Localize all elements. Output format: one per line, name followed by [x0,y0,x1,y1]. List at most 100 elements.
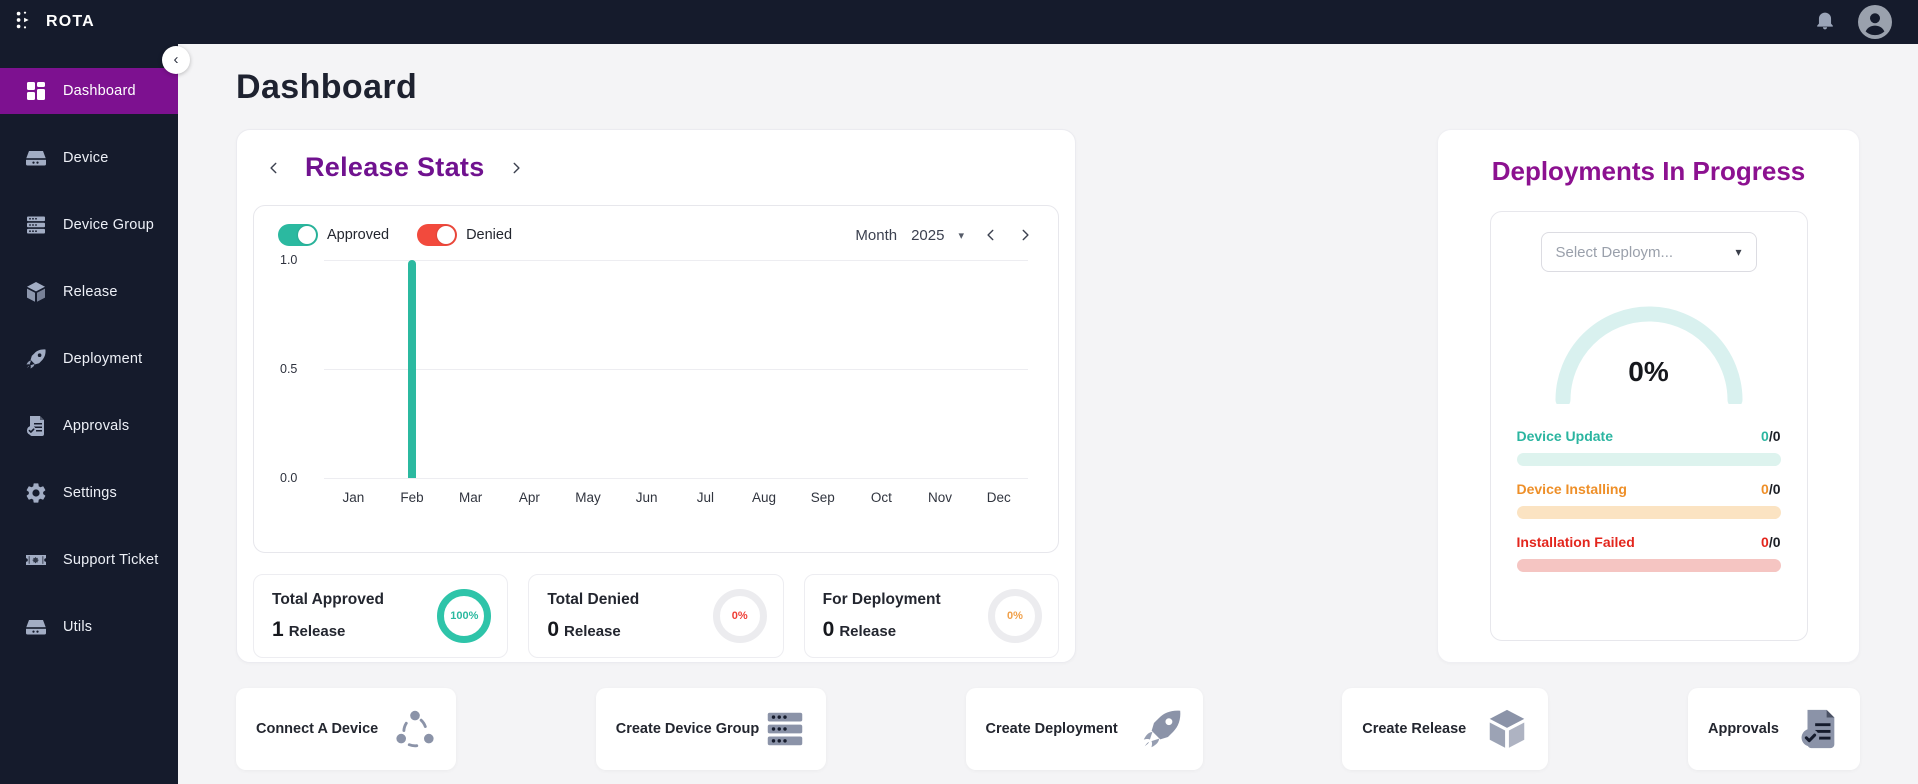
sidebar-item-support-ticket[interactable]: Support Ticket [0,537,178,583]
progress-row-installation-failed: Installation Failed 0/0 [1516,534,1781,572]
x-axis-label: Apr [518,490,540,505]
harddrive-icon [24,146,48,170]
stat-card-total-denied: Total Denied 0 Release 0% [528,574,784,658]
sidebar-item-label: Device [63,150,109,166]
sidebar-item-device[interactable]: Device [0,135,178,181]
deployments-card: Select Deploym... ▾ 0% Device Update 0/0 D… [1489,211,1808,641]
toggle-approved[interactable]: Approved [278,224,389,246]
chart-column-dec [969,260,1028,478]
sidebar-item-settings[interactable]: Settings [0,470,178,516]
progress-value: 0 [1761,534,1769,550]
chart-column-may [559,260,618,478]
brand-name: ROTA [46,13,95,30]
bar-approved-feb [408,260,416,478]
chart-column-jul [676,260,735,478]
chart-column-jan [324,260,383,478]
stat-title: Total Denied [547,590,640,608]
sidebar-item-dashboard[interactable]: Dashboard [0,68,178,114]
sidebar-item-label: Device Group [63,217,155,233]
stat-title: For Deployment [822,590,941,608]
month-prev-button[interactable] [984,228,998,242]
progress-total: /0 [1768,428,1781,444]
action-card-approvals[interactable]: Approvals [1688,688,1860,770]
y-axis-tick: 0.5 [280,362,298,376]
toggle-switch[interactable] [417,224,458,246]
rocket-icon [24,347,48,371]
release-stats-header: Release Stats [253,152,1059,183]
action-label: Create Deployment [985,721,1118,737]
x-axis-label: Nov [928,490,953,505]
chart-column-feb [383,260,442,478]
x-axis-label: Oct [870,490,892,505]
x-axis-label: Jan [342,490,365,505]
harddrive-icon [24,615,48,639]
action-card-create-deployment[interactable]: Create Deployment [965,688,1203,770]
deployment-progress-gauge: 0% [1549,300,1749,408]
sidebar-collapse-button[interactable]: ‹ [162,46,190,74]
rota-logo-icon [14,9,36,36]
stat-percent: 0% [731,610,748,622]
progress-value: 0 [1761,481,1769,497]
chart-column-mar [441,260,500,478]
deployment-progress-rows: Device Update 0/0 Device Installing 0/0 Inst… [1516,428,1781,572]
ticket-icon [24,548,48,572]
dashboard-icon [24,79,48,103]
month-select[interactable]: Month 2025 ▾ [855,227,964,244]
chart-column-oct [852,260,911,478]
progress-row-device-update: Device Update 0/0 [1516,428,1781,466]
gear-icon [24,481,48,505]
action-card-create-device-group[interactable]: Create Device Group [595,688,826,770]
toggle-denied[interactable]: Denied [417,224,512,246]
y-axis-tick: 0.0 [280,471,298,485]
deployment-select[interactable]: Select Deploym... ▾ [1540,232,1757,272]
month-next-button[interactable] [1018,228,1032,242]
brand: ROTA [14,9,95,36]
sidebar-item-label: Deployment [63,351,143,367]
sidebar-item-approvals[interactable]: Approvals [0,403,178,449]
sidebar-item-device-group[interactable]: Device Group [0,202,178,248]
sidebar-item-label: Utils [63,619,93,635]
release-stats-prev-button[interactable] [267,161,281,175]
month-select-label: Month [855,226,898,244]
user-avatar[interactable] [1858,5,1892,39]
x-axis-label: Feb [400,490,424,505]
toggle-label: Approved [327,227,390,243]
stat-title: Total Approved [272,590,384,608]
chart-column-nov [911,260,970,478]
toggle-switch[interactable] [278,224,318,246]
action-card-connect-a-device[interactable]: Connect A Device [236,688,456,770]
y-axis-tick: 1.0 [280,253,298,267]
toggle-label: Denied [466,227,513,243]
x-axis-label: Aug [752,490,777,505]
release-stats-next-button[interactable] [509,161,523,175]
sidebar-item-release[interactable]: Release [0,269,178,315]
cube-icon [1484,706,1530,752]
doccheck-icon [1796,706,1842,752]
x-axis-label: Sep [810,490,835,505]
toggle-knob [437,226,456,244]
quick-actions-row: Connect A Device Create Device Group Creat… [236,688,1860,770]
sidebar-item-label: Dashboard [63,83,136,99]
x-axis-label: Dec [986,490,1011,505]
sidebar-item-label: Settings [63,485,117,501]
action-card-create-release[interactable]: Create Release [1342,688,1549,770]
doccheck-icon [24,414,48,438]
progress-value: 0 [1761,428,1769,444]
cube-icon [24,280,48,304]
server-icon [24,213,48,237]
stat-percent: 100% [450,610,479,622]
sidebar-item-deployment[interactable]: Deployment [0,336,178,382]
progress-row-device-installing: Device Installing 0/0 [1516,481,1781,519]
stat-cards-row: Total Approved 1 Release 100% Total Denied 0 R… [253,574,1059,658]
action-label: Connect A Device [256,721,379,737]
month-caret-down-icon: ▾ [958,229,964,242]
stat-unit: Release [839,622,897,640]
stat-count: 1 [272,617,284,641]
release-stats-card: Release Stats Approved Denied Month 2025 … [236,129,1076,663]
x-axis-label: Mar [459,490,483,505]
notifications-bell-icon[interactable] [1814,9,1836,36]
progress-bar [1516,506,1781,519]
sidebar-item-utils[interactable]: Utils [0,604,178,650]
deployment-select-placeholder: Select Deploym... [1555,243,1674,261]
progress-total: /0 [1768,481,1781,497]
